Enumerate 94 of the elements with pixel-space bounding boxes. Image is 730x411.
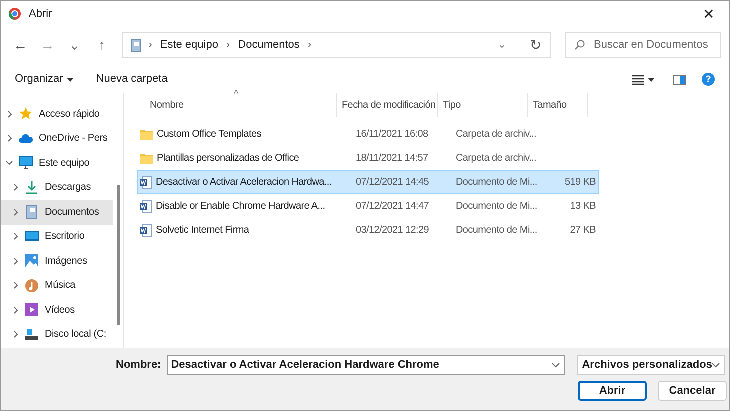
sidebar-item[interactable]: Imágenes (1, 249, 113, 274)
file-type: Carpeta de archiv... (455, 128, 538, 142)
chevron-right-icon (14, 233, 18, 240)
refresh-button[interactable]: ↻ (530, 34, 542, 56)
file-name: Disable or Enable Chrome Hardware A... (156, 200, 326, 214)
chevron-down-icon (552, 363, 560, 368)
sidebar-item[interactable]: OneDrive - Pers (1, 126, 113, 151)
chevron-down-icon (6, 161, 13, 166)
chevron-right-icon (8, 110, 12, 118)
file-name-label: Nombre: (116, 358, 162, 373)
file-row[interactable]: Desactivar o Activar Aceleracion Hardwa... 07/12/2021 14:45 Documento de Mi... 519 KB (137, 170, 599, 194)
modified-date: 07/12/2021 14:45 (355, 176, 430, 190)
up-button[interactable]: ↑ (90, 34, 114, 56)
window-title: Abrir (29, 6, 54, 22)
file-type: Documento de Mi... (455, 200, 538, 214)
image-icon (25, 254, 39, 268)
column-header[interactable]: Tipo (438, 93, 528, 117)
document-icon (25, 205, 39, 220)
file-name: Plantillas personalizadas de Office (157, 152, 300, 166)
preview-pane-icon (673, 74, 686, 84)
desktop-icon (25, 230, 39, 244)
file-size: 13 KB (569, 200, 597, 214)
recent-locations-button[interactable]: ⌄ (63, 34, 87, 56)
search-icon (575, 40, 585, 50)
file-type-dropdown[interactable]: Archivos personalizados (577, 355, 726, 375)
video-icon (25, 303, 39, 318)
file-type: Carpeta de archiv... (455, 152, 538, 166)
new-folder-button[interactable]: Nueva carpeta (96, 71, 168, 88)
file-row[interactable]: Custom Office Templates 16/11/2021 16:08 Carpeta de archiv... (137, 122, 599, 146)
file-row[interactable]: Disable or Enable Chrome Hardware A... 07/12/2021 14:47 Documento de Mi... 13 KB (137, 194, 599, 218)
chevron-right-icon (8, 135, 12, 142)
music-icon (25, 278, 39, 293)
monitor-icon (19, 156, 33, 170)
word-document-icon (140, 176, 152, 188)
address-bar[interactable]: › Este equipo › Documentos › ⌄ ↻ (122, 32, 551, 58)
column-header[interactable]: Fecha de modificación (337, 93, 438, 117)
file-name: Custom Office Templates (157, 128, 262, 142)
chevron-right-icon (14, 306, 18, 314)
modified-date: 07/12/2021 14:47 (355, 200, 430, 214)
file-name: Desactivar o Activar Aceleracion Hardwa... (156, 176, 332, 190)
chevron-right-icon (14, 331, 18, 338)
app-icon (9, 8, 21, 20)
file-name: Solvetic Internet Firma (156, 224, 250, 238)
modified-date: 18/11/2021 14:57 (355, 152, 430, 166)
breadcrumb-separator: › (148, 38, 152, 53)
breadcrumb-item[interactable]: Este equipo (160, 36, 218, 54)
folder-icon (140, 128, 153, 140)
help-button[interactable]: ? (702, 73, 715, 86)
chevron-right-icon (14, 282, 18, 290)
file-name-field[interactable]: Desactivar o Activar Aceleracion Hardware Chrome (167, 355, 566, 375)
dropdown-button[interactable]: ⌄ (498, 38, 506, 52)
modified-date: 03/12/2021 12:29 (355, 224, 430, 238)
star-icon (19, 107, 33, 122)
sidebar-item[interactable]: Este equipo (1, 151, 113, 176)
column-header[interactable]: Nombre (124, 93, 337, 117)
organize-button[interactable]: Organizar (15, 71, 74, 88)
breadcrumb-separator: › (308, 38, 312, 53)
file-type: Documento de Mi... (455, 176, 538, 190)
folder-icon (140, 152, 153, 164)
file-row[interactable]: Plantillas personalizadas de Office 18/11/2021 14:57 Carpeta de archiv... (137, 146, 599, 170)
drive-icon (25, 328, 39, 342)
sidebar-item[interactable]: Escritorio (1, 224, 113, 249)
back-button[interactable]: ← (9, 34, 32, 56)
caret-icon (67, 78, 74, 82)
chevron-right-icon (14, 208, 18, 216)
breadcrumb-separator: › (226, 38, 230, 53)
sidebar-item[interactable]: Descargas (1, 176, 113, 200)
cloud-icon (19, 132, 33, 146)
close-button[interactable]: ✕ (697, 4, 721, 24)
word-document-icon (140, 200, 152, 212)
sidebar-item[interactable]: Acceso rápido (1, 102, 113, 126)
sidebar-item[interactable]: Documentos (1, 200, 113, 224)
sidebar-item[interactable]: Disco local (C: (1, 322, 113, 347)
scrollbar-thumb[interactable] (116, 185, 120, 325)
download-icon (25, 180, 39, 195)
search-field[interactable]: Buscar en Documentos (565, 32, 721, 58)
sidebar-item[interactable]: Música (1, 274, 113, 298)
chevron-right-icon (14, 258, 18, 265)
chevron-down-icon (712, 362, 720, 368)
caret-icon (648, 78, 655, 82)
folder-documents-icon (130, 38, 141, 52)
view-list-icon (632, 74, 644, 84)
word-document-icon (140, 224, 152, 236)
open-button[interactable]: Abrir (578, 381, 647, 401)
cancel-button[interactable]: Cancelar (658, 381, 727, 401)
file-row[interactable]: Solvetic Internet Firma 03/12/2021 12:29 Documento de Mi... 27 KB (137, 218, 599, 242)
modified-date: 16/11/2021 16:08 (355, 128, 430, 142)
chevron-right-icon (14, 184, 18, 192)
column-header[interactable]: Tamaño (528, 93, 588, 117)
file-type: Documento de Mi... (455, 224, 538, 238)
sidebar-item[interactable]: Vídeos (1, 298, 113, 322)
breadcrumb-item[interactable]: Documentos (238, 36, 300, 54)
file-size: 519 KB (564, 176, 597, 190)
file-size: 27 KB (569, 224, 597, 238)
